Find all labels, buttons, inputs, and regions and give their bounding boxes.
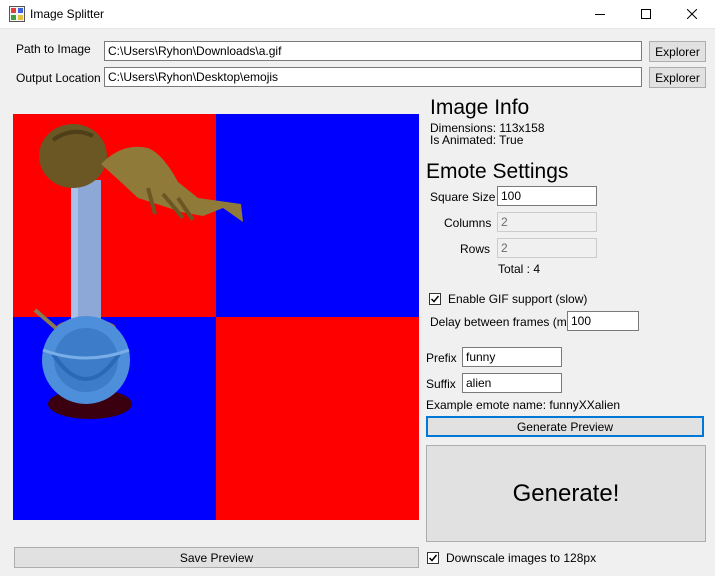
suffix-input[interactable]: alien bbox=[462, 373, 562, 393]
window-title: Image Splitter bbox=[30, 7, 105, 21]
rows-input: 2 bbox=[497, 238, 597, 258]
maximize-icon bbox=[641, 9, 651, 19]
enable-gif-checkbox-row[interactable]: Enable GIF support (slow) bbox=[429, 292, 587, 306]
output-location-label: Output Location bbox=[16, 71, 101, 85]
generate-preview-button[interactable]: Generate Preview bbox=[426, 416, 704, 437]
path-to-image-input[interactable]: C:\Users\Ryhon\Downloads\a.gif bbox=[104, 41, 642, 61]
image-preview bbox=[13, 114, 419, 520]
emote-settings-heading: Emote Settings bbox=[426, 160, 569, 183]
image-info-heading: Image Info bbox=[430, 96, 530, 119]
delay-label: Delay between frames (ms) bbox=[430, 315, 577, 329]
example-emote-name-text: Example emote name: funnyXXalien bbox=[426, 398, 621, 412]
close-button[interactable] bbox=[669, 0, 715, 28]
preview-tile bbox=[216, 317, 419, 520]
title-bar: Image Splitter bbox=[0, 0, 715, 29]
output-location-input[interactable]: C:\Users\Ryhon\Desktop\emojis bbox=[104, 67, 642, 87]
close-icon bbox=[687, 9, 697, 19]
square-size-label: Square Size bbox=[430, 190, 496, 204]
prefix-input[interactable]: funny bbox=[462, 347, 562, 367]
downscale-label: Downscale images to 128px bbox=[446, 551, 597, 565]
path-to-image-label: Path to Image bbox=[16, 42, 91, 56]
minimize-button[interactable] bbox=[577, 0, 623, 28]
image-explorer-button[interactable]: Explorer bbox=[649, 41, 706, 62]
checkmark-icon bbox=[428, 554, 438, 562]
preview-tile bbox=[216, 114, 419, 317]
columns-input: 2 bbox=[497, 212, 597, 232]
checkmark-icon bbox=[430, 295, 440, 303]
square-size-input[interactable]: 100 bbox=[497, 186, 597, 206]
minimize-icon bbox=[595, 14, 605, 15]
delay-input[interactable]: 100 bbox=[567, 311, 639, 331]
suffix-label: Suffix bbox=[426, 377, 456, 391]
app-icon bbox=[9, 6, 25, 22]
prefix-label: Prefix bbox=[426, 351, 457, 365]
downscale-checkbox-row[interactable]: Downscale images to 128px bbox=[427, 551, 596, 565]
total-text: Total : 4 bbox=[498, 262, 541, 276]
enable-gif-label: Enable GIF support (slow) bbox=[448, 292, 588, 306]
generate-button[interactable]: Generate! bbox=[426, 445, 706, 542]
rows-label: Rows bbox=[460, 242, 491, 256]
output-explorer-button[interactable]: Explorer bbox=[649, 67, 706, 88]
downscale-checkbox[interactable] bbox=[427, 552, 439, 564]
columns-label: Columns bbox=[444, 216, 492, 230]
save-preview-button[interactable]: Save Preview bbox=[14, 547, 419, 568]
is-animated-text: Is Animated: True bbox=[430, 133, 524, 147]
maximize-button[interactable] bbox=[623, 0, 669, 28]
enable-gif-checkbox[interactable] bbox=[429, 293, 441, 305]
